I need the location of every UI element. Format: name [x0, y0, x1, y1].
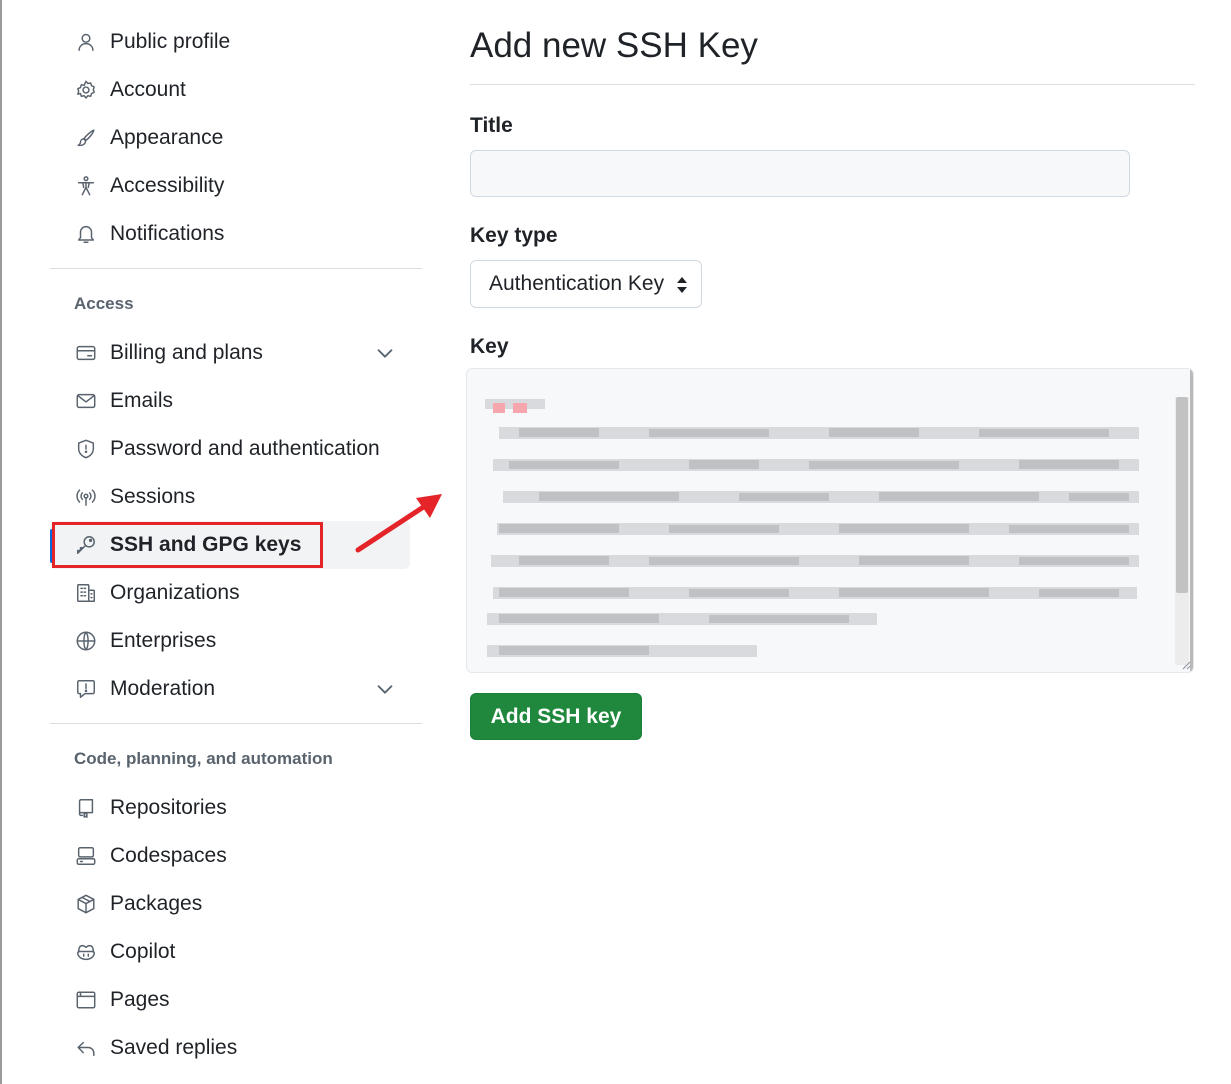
key-textarea[interactable]	[466, 368, 1194, 673]
sidebar-item-label: Codespaces	[110, 844, 227, 867]
annotation-highlight-box	[52, 522, 323, 568]
textarea-edge	[1190, 369, 1193, 672]
codespaces-icon	[74, 844, 98, 868]
organization-icon	[74, 581, 98, 605]
bell-icon	[74, 222, 98, 246]
sidebar-item-label: Public profile	[110, 30, 231, 53]
select-caret-icon	[677, 277, 687, 293]
credit-card-icon	[74, 341, 98, 365]
report-icon	[74, 677, 98, 701]
sidebar-item-label: Billing and plans	[110, 341, 263, 364]
sidebar-item-label: Packages	[110, 892, 203, 915]
sidebar-item-label: Pages	[110, 988, 170, 1011]
chevron-down-icon[interactable]	[374, 678, 396, 700]
sidebar-item-label: Account	[110, 78, 186, 101]
browser-icon	[74, 988, 98, 1012]
sidebar-item-label: Repositories	[110, 796, 227, 819]
person-icon	[74, 30, 98, 54]
sidebar-item-emails[interactable]: Emails	[50, 377, 410, 425]
sidebar-item-saved-replies[interactable]: Saved replies	[50, 1024, 410, 1072]
sidebar-item-label: Enterprises	[110, 629, 217, 652]
sidebar-item-label: Emails	[110, 389, 174, 412]
gear-icon	[74, 78, 98, 102]
sidebar-item-repositories[interactable]: Repositories	[50, 784, 410, 832]
sidebar-item-moderation[interactable]: Moderation	[50, 665, 410, 713]
redacted-key-content	[485, 399, 1139, 657]
sidebar-item-accessibility[interactable]: Accessibility	[50, 162, 410, 210]
shield-icon	[74, 437, 98, 461]
add-ssh-key-button[interactable]: Add SSH key	[470, 693, 642, 740]
sidebar-item-account[interactable]: Account	[50, 66, 410, 114]
repo-icon	[74, 796, 98, 820]
sidebar-item-copilot[interactable]: Copilot	[50, 928, 410, 976]
sidebar-item-label: Saved replies	[110, 1036, 238, 1059]
sidebar-divider	[50, 268, 422, 269]
package-icon	[74, 892, 98, 916]
sidebar-item-label: Accessibility	[110, 174, 225, 197]
sidebar-item-enterprises[interactable]: Enterprises	[50, 617, 410, 665]
page-title: Add new SSH Key	[470, 26, 758, 65]
sidebar-item-appearance[interactable]: Appearance	[50, 114, 410, 162]
sidebar-item-label: Appearance	[110, 126, 224, 149]
broadcast-icon	[74, 485, 98, 509]
title-field-label: Title	[470, 114, 513, 137]
copilot-icon	[74, 940, 98, 964]
paintbrush-icon	[74, 126, 98, 150]
mail-icon	[74, 389, 98, 413]
sidebar-item-organizations[interactable]: Organizations	[50, 569, 410, 617]
key-type-label: Key type	[470, 224, 558, 247]
key-type-value: Authentication Key	[489, 272, 665, 295]
sidebar-item-label: Notifications	[110, 222, 225, 245]
title-input[interactable]	[470, 150, 1130, 197]
key-field-label: Key	[470, 335, 509, 358]
sidebar-item-label: Moderation	[110, 677, 216, 700]
sidebar-item-packages[interactable]: Packages	[50, 880, 410, 928]
sidebar-item-billing[interactable]: Billing and plans	[50, 329, 410, 377]
window-edge	[0, 0, 2, 1084]
sidebar-item-codespaces[interactable]: Codespaces	[50, 832, 410, 880]
key-type-select[interactable]: Authentication Key	[470, 260, 702, 308]
sidebar-item-password[interactable]: Password and authentication	[50, 425, 410, 473]
globe-icon	[74, 629, 98, 653]
reply-icon	[74, 1036, 98, 1060]
sidebar-item-public-profile[interactable]: Public profile	[50, 18, 410, 66]
scrollbar-thumb[interactable]	[1176, 397, 1188, 593]
sidebar-item-label: Copilot	[110, 940, 176, 963]
sidebar-item-label: Sessions	[110, 485, 196, 508]
accessibility-icon	[74, 174, 98, 198]
sidebar-section-heading: Code, planning, and automation	[74, 749, 333, 768]
sidebar-divider	[50, 723, 422, 724]
sidebar-item-pages[interactable]: Pages	[50, 976, 410, 1024]
chevron-down-icon[interactable]	[374, 342, 396, 364]
title-divider	[470, 84, 1195, 85]
sidebar-item-label: Organizations	[110, 581, 240, 604]
annotation-arrow-icon	[355, 494, 442, 553]
sidebar-section-heading: Access	[74, 294, 134, 313]
sidebar-item-label: Password and authentication	[110, 437, 380, 460]
sidebar-item-notifications[interactable]: Notifications	[50, 210, 410, 258]
